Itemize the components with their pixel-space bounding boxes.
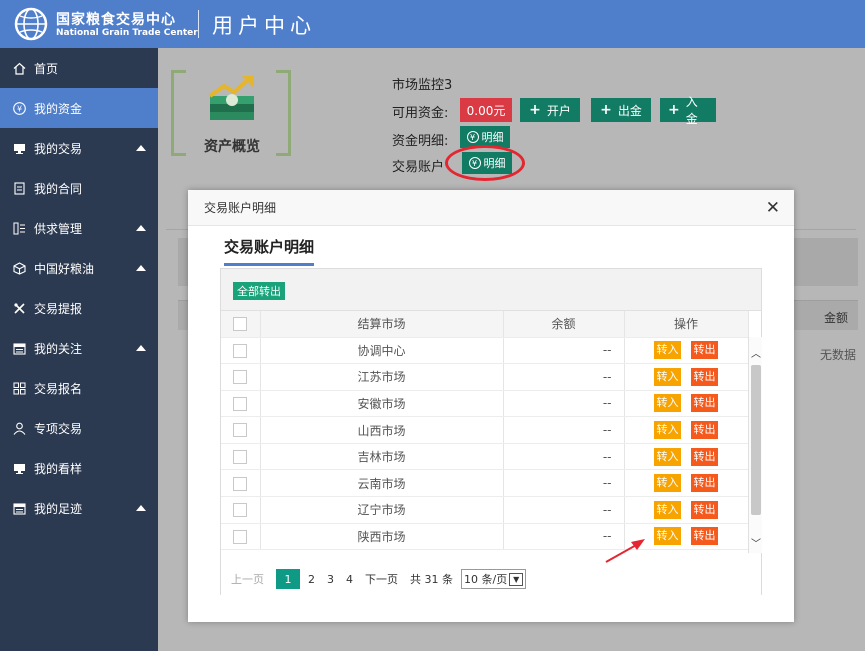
- annotation-arrow-icon: [605, 539, 645, 563]
